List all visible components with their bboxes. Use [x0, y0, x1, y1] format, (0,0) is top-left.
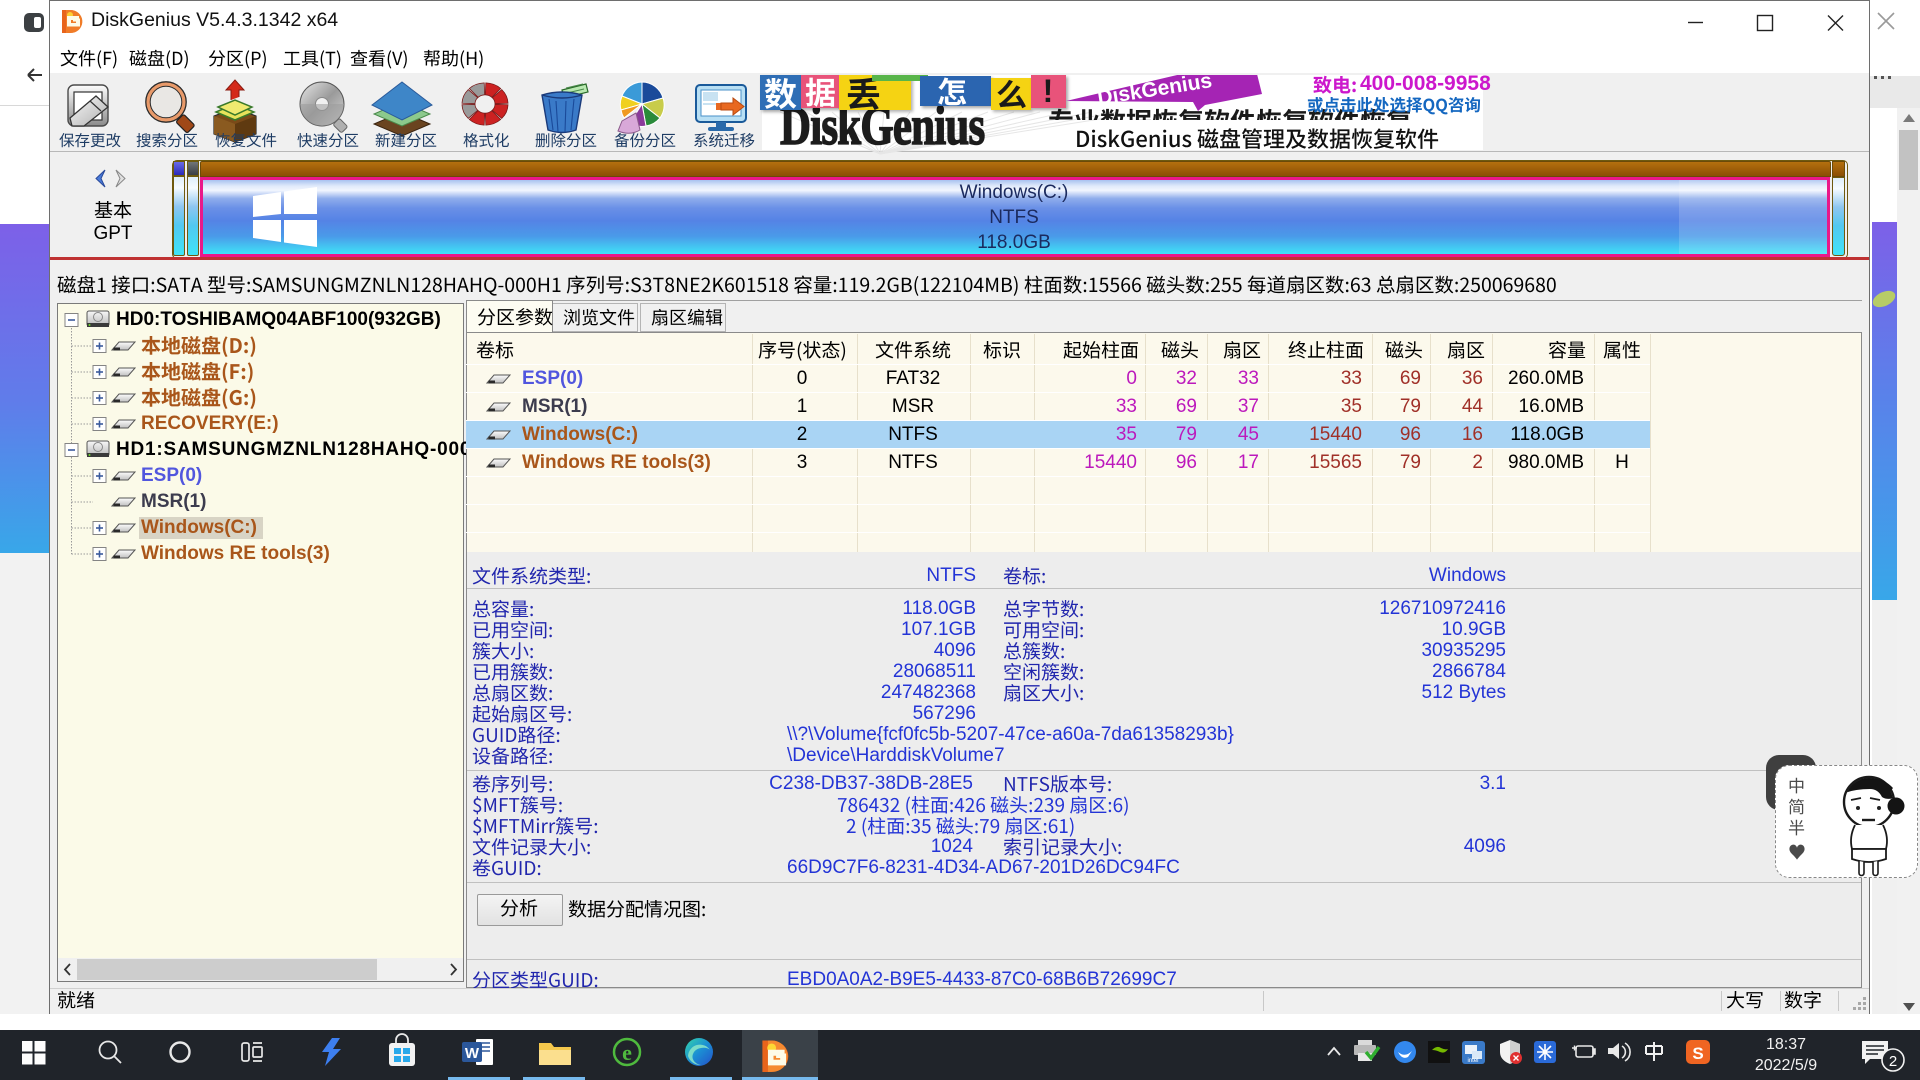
svg-text:S: S [1692, 1044, 1703, 1063]
svg-text:W: W [465, 1045, 480, 1062]
svg-text:intel: intel [1467, 1058, 1478, 1064]
svg-text:e: e [622, 1040, 632, 1065]
svg-text:2: 2 [1889, 1053, 1897, 1070]
